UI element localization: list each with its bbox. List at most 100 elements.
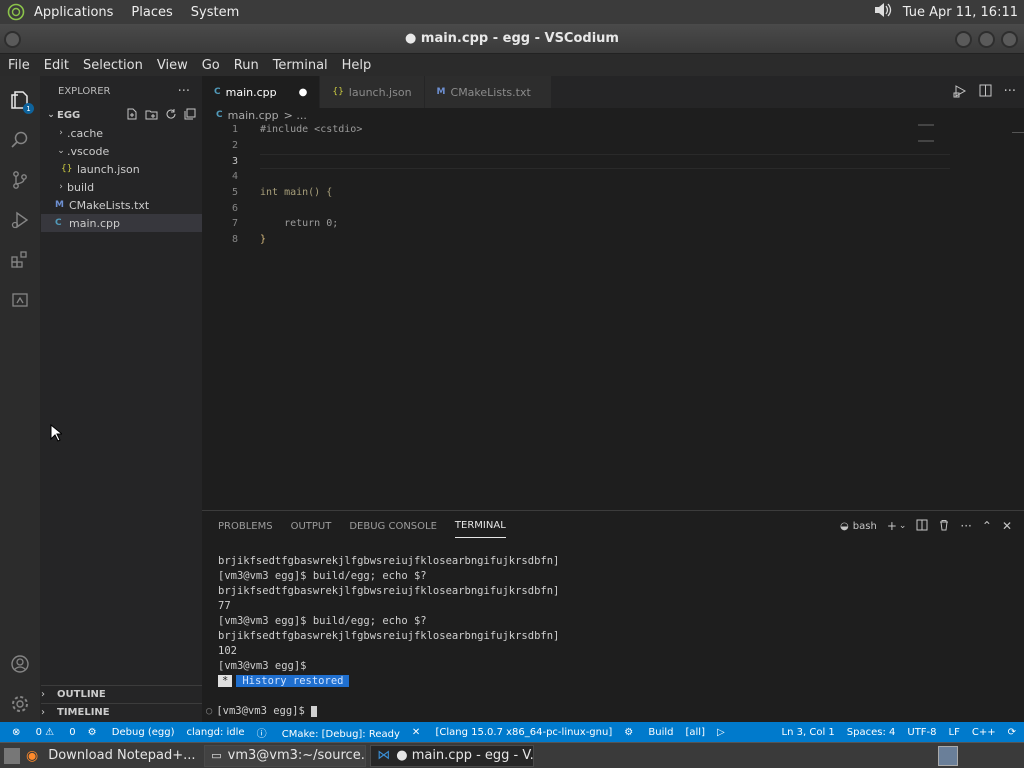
minimap[interactable] [918, 124, 934, 142]
shell-label: bash [852, 520, 877, 532]
debug-config-icon[interactable] [953, 84, 967, 102]
show-desktop-icon[interactable] [4, 747, 20, 764]
code-text: return 0; [260, 218, 339, 230]
code-line: 1 #include <cstdio> [202, 122, 1022, 138]
split-terminal-icon[interactable] [916, 519, 928, 534]
refresh-icon[interactable] [165, 108, 177, 123]
task-vscodium[interactable]: ⋈ ● main.cpp - egg - V... [370, 744, 535, 767]
scrollbar[interactable] [1012, 132, 1024, 150]
settings-gear-icon[interactable] [8, 692, 32, 716]
window-titlebar: ● main.cpp - egg - VSCodium [0, 24, 1024, 54]
unsaved-dot-icon[interactable]: ● [299, 87, 308, 98]
menu-help[interactable]: Help [334, 58, 378, 73]
collapse-all-icon[interactable] [184, 108, 196, 123]
maximize-button[interactable] [978, 31, 995, 48]
close-window-button[interactable] [1001, 31, 1018, 48]
timeline-label: TIMELINE [57, 707, 110, 718]
terminal-line: [vm3@vm3 egg]$ [218, 660, 313, 672]
maximize-panel-icon[interactable]: ⌃ [982, 519, 992, 533]
encoding[interactable]: UTF-8 [907, 727, 936, 738]
split-editor-icon[interactable] [979, 84, 992, 102]
extensions-icon[interactable] [8, 248, 32, 272]
os-logo-icon[interactable] [6, 3, 26, 21]
workspace-switcher[interactable] [938, 745, 958, 766]
os-menu-applications[interactable]: Applications [34, 5, 113, 20]
chevron-right-icon: › [41, 689, 45, 700]
problems-status[interactable]: ⊗ 0 ⚠ 0 [12, 727, 76, 738]
menu-file[interactable]: File [0, 58, 36, 73]
new-folder-icon[interactable] [145, 108, 158, 123]
breadcrumb-rest[interactable]: > ... [284, 109, 307, 122]
trash-icon[interactable] [938, 519, 950, 534]
window-title: ● main.cpp - egg - VSCodium [405, 31, 619, 46]
tree-item-vscode[interactable]: ⌄ .vscode [41, 142, 202, 160]
editor-area: C main.cpp ● {} launch.json M CMakeLists… [202, 76, 1024, 510]
more-actions-icon[interactable]: ··· [178, 84, 190, 99]
volume-icon[interactable] [873, 1, 893, 23]
chevron-down-icon[interactable]: ⌄ [899, 521, 907, 531]
code-text: } [260, 234, 267, 246]
os-menu-places[interactable]: Places [131, 5, 172, 20]
terminal-line: brjikfsedtfgbaswrekjlfgbwsreiujfklosearb… [218, 585, 560, 597]
window-menu-button[interactable] [4, 31, 21, 48]
tab-debug-console[interactable]: DEBUG CONSOLE [349, 515, 437, 538]
panel-more-icon[interactable]: ··· [960, 519, 971, 533]
menu-go[interactable]: Go [194, 58, 226, 73]
explorer-icon[interactable]: 1 [8, 88, 34, 114]
remote-explorer-icon[interactable] [8, 288, 32, 312]
target-status[interactable]: [all] [686, 727, 706, 738]
outline-section[interactable]: › OUTLINE [41, 685, 202, 703]
run-icon[interactable]: ▷ [717, 727, 725, 738]
indentation[interactable]: Spaces: 4 [847, 727, 896, 738]
search-icon[interactable] [8, 128, 32, 152]
menu-terminal[interactable]: Terminal [265, 58, 334, 73]
tree-item-cmakelists[interactable]: M CMakeLists.txt [41, 196, 202, 214]
run-debug-icon[interactable] [8, 208, 32, 232]
code-editor[interactable]: 1 #include <cstdio> 2 3 4 5 int main() { 6… [202, 122, 1022, 248]
clock[interactable]: Tue Apr 11, 16:11 [903, 5, 1018, 20]
terminal-output[interactable]: brjikfsedtfgbaswrekjlfgbwsreiujfklosearb… [206, 555, 560, 720]
cursor-position[interactable]: Ln 3, Col 1 [782, 727, 835, 738]
tab-launch-json[interactable]: {} launch.json [320, 76, 425, 108]
explorer-sidebar: EXPLORER ··· ⌄ EGG › .cache ⌄ .vscode {}… [41, 76, 202, 722]
tab-main-cpp[interactable]: C main.cpp ● [202, 76, 321, 108]
terminal-shell-selector[interactable]: ◒ bash [840, 521, 877, 532]
tab-cmakelists[interactable]: M CMakeLists.txt [424, 76, 552, 108]
timeline-section[interactable]: › TIMELINE [41, 703, 202, 721]
notifications-bell-icon[interactable]: ⟳ [1008, 727, 1016, 738]
firefox-icon: ◉ [26, 747, 39, 764]
tree-item-launch-json[interactable]: {} launch.json [41, 160, 202, 178]
tree-item-cache[interactable]: › .cache [41, 124, 202, 142]
menu-edit[interactable]: Edit [36, 58, 75, 73]
new-terminal-plus-icon[interactable]: + [887, 519, 897, 533]
terminal-prompt: [vm3@vm3 egg]$ [216, 705, 312, 717]
tree-item-main-cpp[interactable]: C main.cpp [41, 214, 202, 232]
kit-status[interactable]: ✕ [Clang 15.0.7 x86_64-pc-linux-gnu] [412, 727, 612, 738]
task-terminal[interactable]: ▭ vm3@vm3:~/source... [204, 744, 367, 767]
source-control-icon[interactable] [8, 168, 32, 192]
menu-selection[interactable]: Selection [75, 58, 149, 73]
end-of-line[interactable]: LF [949, 727, 960, 738]
task-firefox[interactable]: Download Notepad+... [42, 745, 200, 767]
tab-terminal[interactable]: TERMINAL [454, 514, 506, 538]
cpp-file-icon: C [214, 87, 221, 97]
tab-problems[interactable]: PROBLEMS [218, 515, 273, 538]
accounts-icon[interactable] [8, 652, 32, 676]
close-panel-icon[interactable]: ✕ [1002, 519, 1012, 533]
menu-view[interactable]: View [149, 58, 194, 73]
language-mode[interactable]: C++ [972, 727, 996, 738]
breadcrumb-file[interactable]: main.cpp [228, 109, 279, 122]
build-status[interactable]: ⚙ Build [624, 727, 673, 738]
editor-more-icon[interactable]: ··· [1004, 84, 1016, 102]
debug-status[interactable]: ⚙ Debug (egg) [88, 727, 175, 738]
line-number: 6 [231, 202, 238, 214]
menu-run[interactable]: Run [226, 58, 265, 73]
tab-output[interactable]: OUTPUT [291, 515, 332, 538]
os-menu-system[interactable]: System [191, 5, 239, 20]
minimize-button[interactable] [955, 31, 972, 48]
folder-egg[interactable]: ⌄ EGG [41, 106, 202, 124]
new-file-icon[interactable] [126, 108, 138, 123]
cmake-status[interactable]: ⓘ CMake: [Debug]: Ready [257, 725, 400, 740]
tree-item-build[interactable]: › build [41, 178, 202, 196]
clangd-status[interactable]: clangd: idle [187, 727, 245, 738]
